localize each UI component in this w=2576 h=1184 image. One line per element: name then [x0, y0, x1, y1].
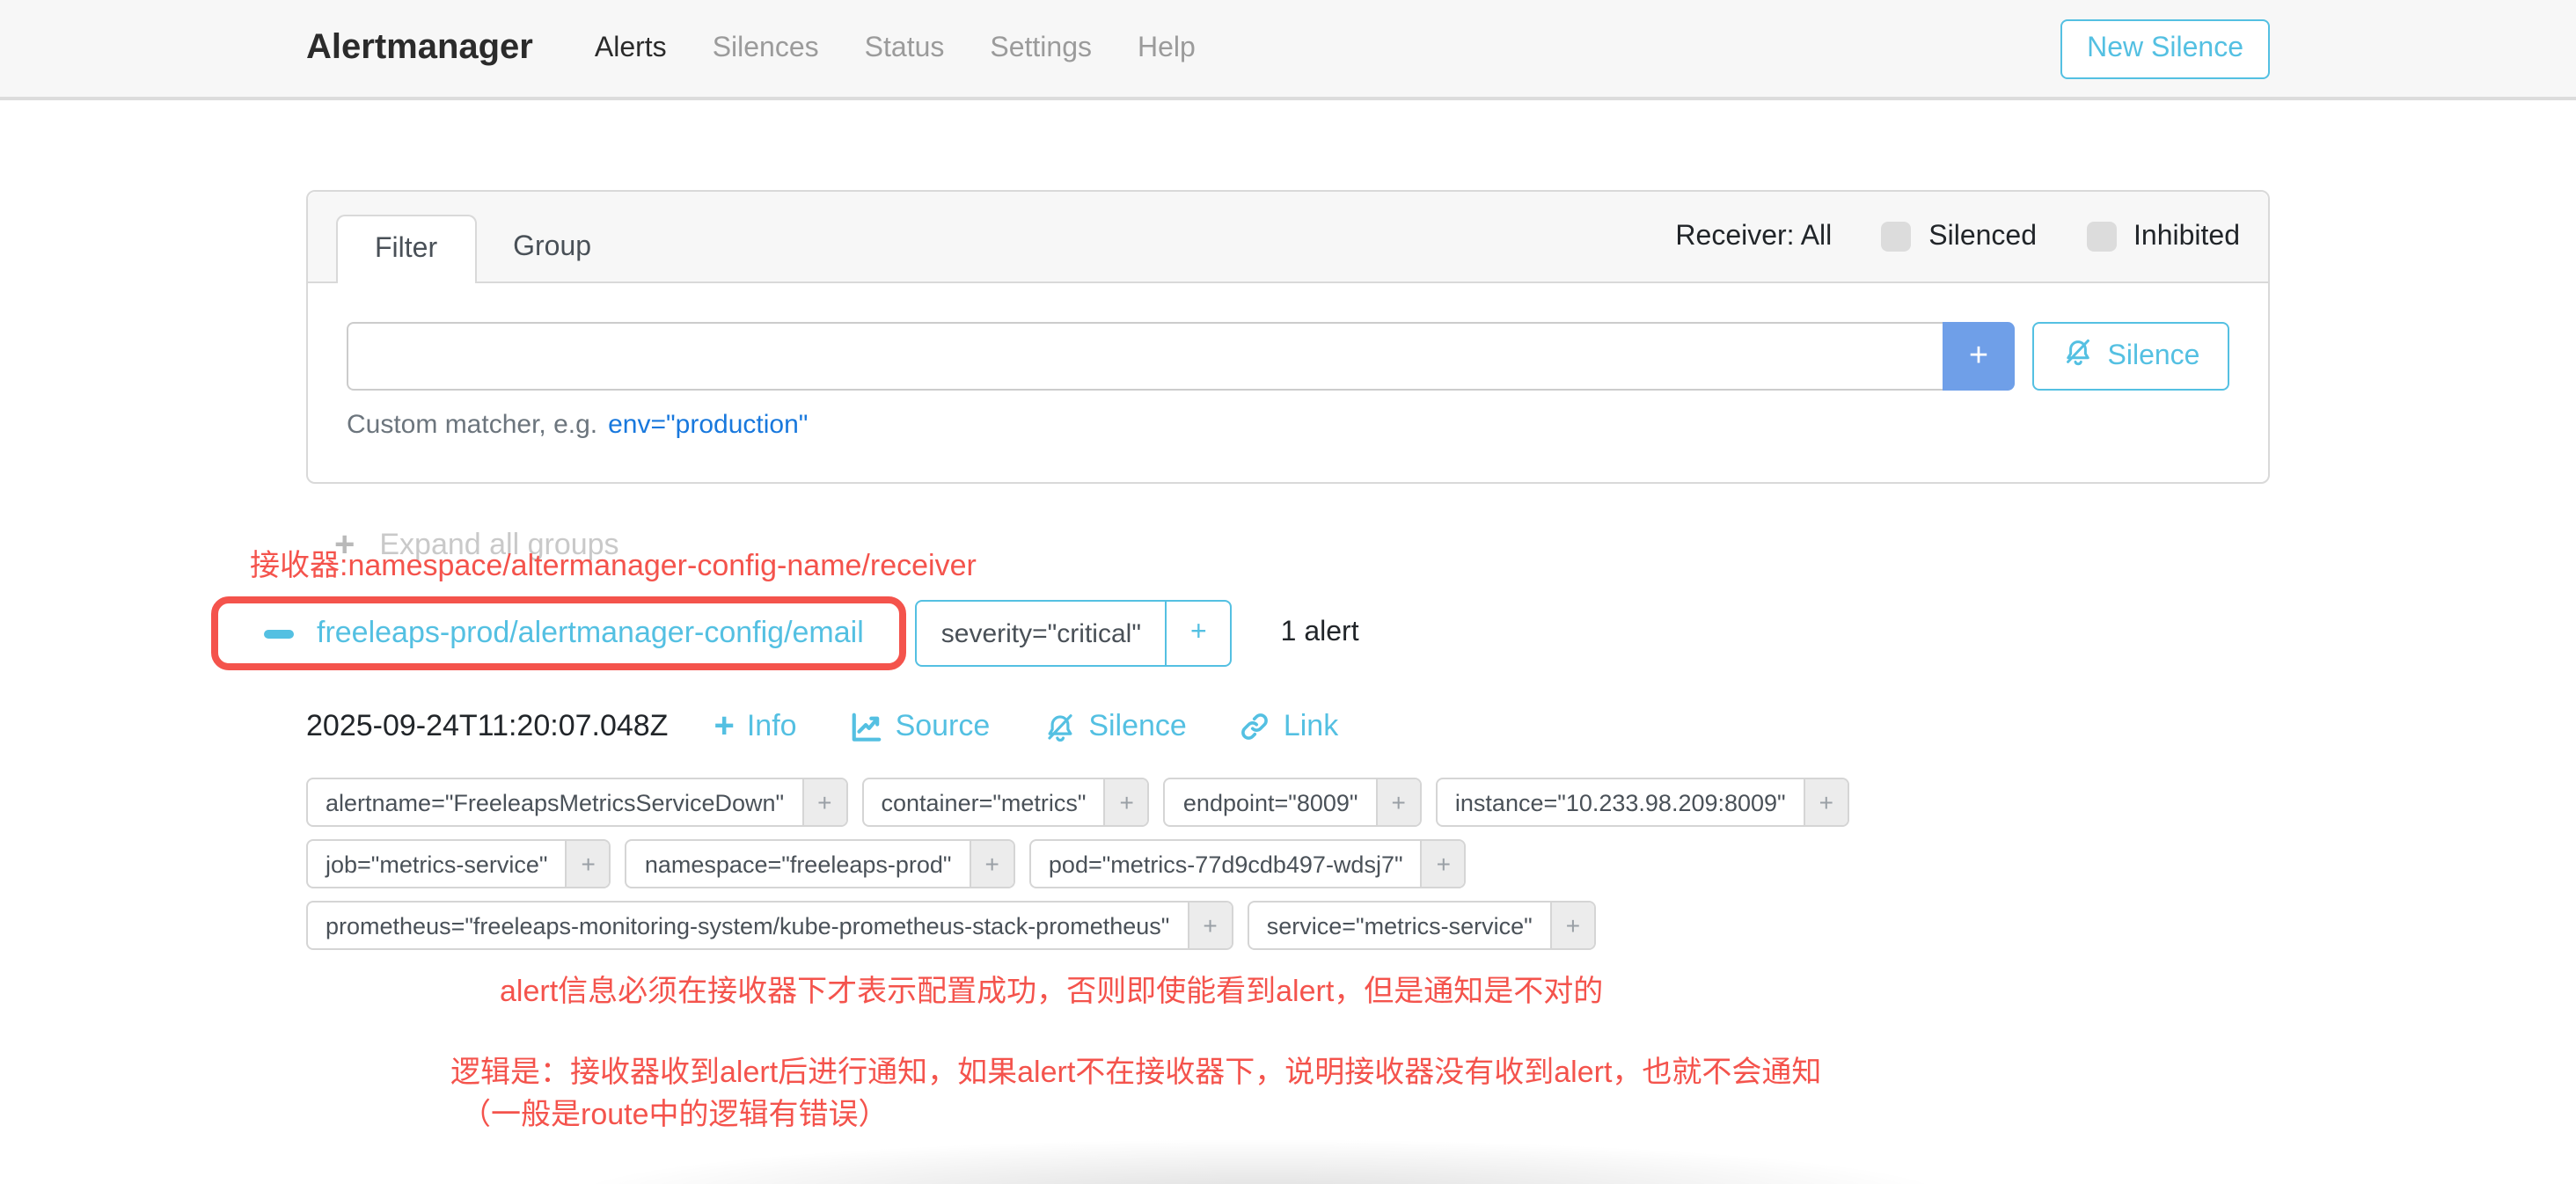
- group-name-label: freeleaps-prod/alertmanager-config/email: [317, 616, 864, 651]
- source-label: Source: [896, 709, 991, 744]
- label-chip: job="metrics-service"+: [306, 839, 611, 888]
- label-add-filter-button[interactable]: +: [1187, 903, 1231, 948]
- filter-card-header: Filter Group Receiver: All Silenced Inhi…: [308, 192, 2268, 283]
- bell-slash-icon: [2062, 336, 2094, 376]
- label-chip: pod="metrics-77d9cdb497-wdsj7"+: [1029, 839, 1467, 888]
- silence-filter-button[interactable]: Silence: [2032, 322, 2229, 391]
- tab-group[interactable]: Group: [476, 215, 628, 281]
- alert-detail: 2025-09-24T11:20:07.048Z + Info Source: [306, 709, 2270, 950]
- label-chip-text: alertname="FreeleapsMetricsServiceDown": [308, 779, 801, 825]
- label-chip-text: instance="10.233.98.209:8009": [1438, 779, 1804, 825]
- silenced-label: Silenced: [1928, 221, 2037, 252]
- label-add-filter-button[interactable]: +: [566, 841, 610, 887]
- label-chip: container="metrics"+: [862, 778, 1150, 827]
- nav-item-status[interactable]: Status: [842, 33, 968, 64]
- alert-group-row: freeleaps-prod/alertmanager-config/email…: [211, 596, 2270, 670]
- minus-icon: [264, 629, 294, 638]
- label-chip: alertname="FreeleapsMetricsServiceDown"+: [306, 778, 848, 827]
- bell-slash-icon: [1043, 710, 1076, 743]
- nav-item-silences[interactable]: Silences: [690, 33, 842, 64]
- label-add-filter-button[interactable]: +: [801, 779, 845, 825]
- chart-icon: [850, 710, 883, 743]
- plus-icon: +: [714, 713, 734, 741]
- annotation-note-3: （一般是route中的逻辑有错误）: [461, 1089, 889, 1133]
- hint-example-link[interactable]: env="production": [608, 410, 808, 440]
- bottom-shadow: [577, 1140, 1943, 1184]
- top-navbar: Alertmanager Alerts Silences Status Sett…: [0, 0, 2576, 100]
- link-icon: [1240, 711, 1271, 742]
- alert-timestamp: 2025-09-24T11:20:07.048Z: [306, 709, 668, 744]
- info-label: Info: [747, 709, 797, 744]
- annotation-note-2: 逻辑是：接收器收到alert后进行通知，如果alert不在接收器下，说明接收器没…: [450, 1047, 1821, 1091]
- red-annotation-box: freeleaps-prod/alertmanager-config/email: [211, 596, 906, 670]
- alert-labels: alertname="FreeleapsMetricsServiceDown"+…: [306, 778, 2270, 950]
- label-add-filter-button[interactable]: +: [1104, 779, 1148, 825]
- nav-item-help[interactable]: Help: [1115, 33, 1218, 64]
- label-chip-text: endpoint="8009": [1166, 779, 1376, 825]
- receiver-selector[interactable]: Receiver: All: [1675, 221, 1832, 252]
- label-chip-text: container="metrics": [864, 779, 1104, 825]
- label-chip-text: job="metrics-service": [308, 841, 566, 887]
- matcher-filter-input[interactable]: [347, 322, 1943, 391]
- label-chip-text: service="metrics-service": [1249, 903, 1550, 948]
- label-chip: instance="10.233.98.209:8009"+: [1436, 778, 1849, 827]
- label-chip: endpoint="8009"+: [1164, 778, 1422, 827]
- alertmanager-page: Alertmanager Alerts Silences Status Sett…: [0, 0, 2576, 1184]
- add-matcher-button[interactable]: +: [1943, 322, 2015, 391]
- link-label: Link: [1284, 709, 1338, 744]
- alert-source-link[interactable]: Source: [850, 709, 991, 744]
- label-chip: prometheus="freeleaps-monitoring-system/…: [306, 901, 1233, 950]
- nav-item-settings[interactable]: Settings: [967, 33, 1115, 64]
- label-add-filter-button[interactable]: +: [970, 841, 1014, 887]
- silence-label: Silence: [1088, 709, 1187, 744]
- hint-text: Custom matcher, e.g.: [347, 410, 597, 440]
- matcher-hint: Custom matcher, e.g. env="production": [347, 410, 2229, 440]
- silence-button-label: Silence: [2108, 340, 2200, 372]
- tab-filter[interactable]: Filter: [336, 215, 476, 283]
- app-brand[interactable]: Alertmanager: [306, 28, 533, 69]
- label-add-filter-button[interactable]: +: [1376, 779, 1420, 825]
- alert-count-label: 1 alert: [1281, 618, 1359, 649]
- filter-card-body: + Silence Custom matcher, e.g.e: [308, 283, 2268, 482]
- silenced-checkbox[interactable]: [1881, 222, 1911, 252]
- label-add-filter-button[interactable]: +: [1550, 903, 1594, 948]
- filter-card: Filter Group Receiver: All Silenced Inhi…: [306, 190, 2270, 484]
- group-matcher-add-button[interactable]: +: [1166, 602, 1230, 665]
- alert-silence-button[interactable]: Silence: [1043, 709, 1187, 744]
- label-chip-text: prometheus="freeleaps-monitoring-system/…: [308, 903, 1187, 948]
- annotation-note-1: alert信息必须在接收器下才表示配置成功，否则即使能看到alert，但是通知是…: [500, 966, 1603, 1010]
- group-matcher-label: severity="critical": [917, 602, 1166, 665]
- group-collapse-button[interactable]: freeleaps-prod/alertmanager-config/email: [264, 616, 864, 651]
- label-chip-text: pod="metrics-77d9cdb497-wdsj7": [1031, 841, 1421, 887]
- label-chip-text: namespace="freeleaps-prod": [627, 841, 970, 887]
- group-matcher-chip: severity="critical" +: [915, 600, 1232, 667]
- inhibited-label: Inhibited: [2133, 221, 2240, 252]
- label-add-filter-button[interactable]: +: [1804, 779, 1848, 825]
- alert-link-button[interactable]: Link: [1240, 709, 1338, 744]
- label-add-filter-button[interactable]: +: [1421, 841, 1465, 887]
- annotation-receiver-note: 接收器:namespace/altermanager-config-name/r…: [250, 540, 977, 584]
- alert-info-button[interactable]: + Info: [714, 709, 796, 744]
- inhibited-checkbox[interactable]: [2086, 222, 2116, 252]
- label-chip: service="metrics-service"+: [1248, 901, 1596, 950]
- new-silence-button[interactable]: New Silence: [2060, 18, 2270, 78]
- label-chip: namespace="freeleaps-prod"+: [626, 839, 1015, 888]
- nav-item-alerts[interactable]: Alerts: [572, 33, 690, 64]
